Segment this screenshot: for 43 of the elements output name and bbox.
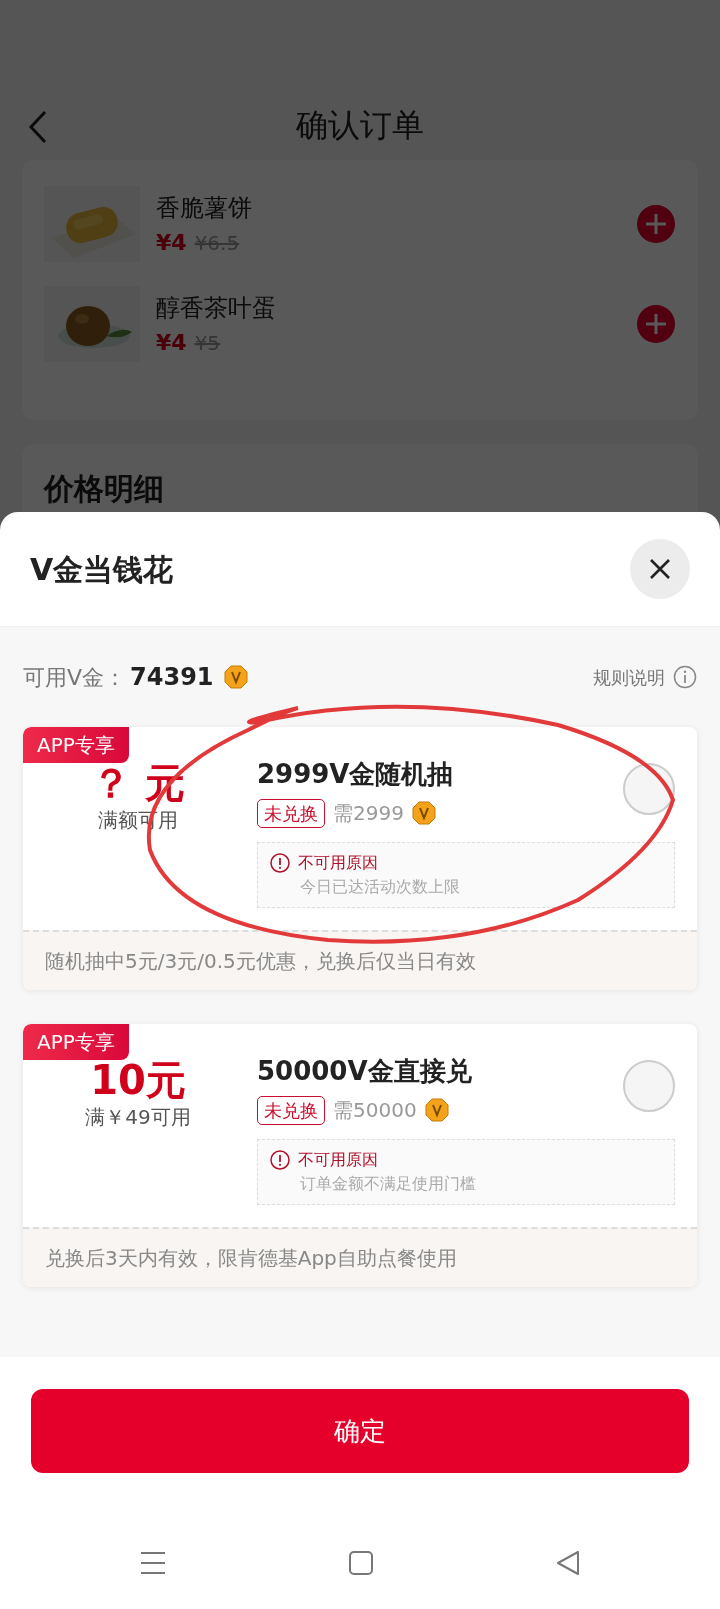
balance-value: 74391: [130, 662, 214, 693]
page-title: 确认订单: [296, 105, 424, 146]
coin-cost: 需50000: [333, 1097, 417, 1124]
reason-text: 今日已达活动次数上限: [299, 876, 461, 898]
sheet-title: V金当钱花: [30, 550, 174, 589]
rules-link[interactable]: 规则说明: [593, 663, 697, 691]
reason-text: 订单金额不满足使用门槛: [299, 1173, 477, 1195]
reason-title: 不可用原因: [298, 1149, 378, 1171]
app-exclusive-tag: APP专享: [23, 727, 129, 763]
coin-icon: [424, 1098, 449, 1122]
app-exclusive-tag: APP专享: [23, 1024, 129, 1060]
coin-icon: [223, 665, 248, 689]
close-icon: [648, 557, 672, 581]
back-icon[interactable]: [555, 1550, 582, 1576]
item-price: ¥4: [156, 328, 187, 357]
coupon-note: 随机抽中5元/3元/0.5元优惠，兑换后仅当日有效: [23, 930, 697, 990]
home-icon[interactable]: [348, 1550, 374, 1576]
item-name: 香脆薯饼: [156, 192, 253, 224]
status-tag: 未兑换: [257, 798, 325, 828]
coupon-title: 50000V金直接兑: [257, 1055, 472, 1088]
item-price: ¥4: [156, 228, 187, 257]
coupon-title: 2999V金随机抽: [257, 758, 454, 791]
status-tag: 未兑换: [257, 1095, 325, 1125]
info-icon: [673, 665, 697, 689]
radio-button[interactable]: [623, 1060, 675, 1112]
section-title: 价格明细: [44, 470, 165, 508]
coupon-amount: 10元: [89, 1058, 187, 1102]
coupon-card[interactable]: APP专享 10元 满￥49可用 50000V金直接兑 未兑换 需50000 不可用原因 订单金额不满足使用门槛 兑换后3天内有效，限肯德基App自助点餐使用: [23, 1024, 697, 1287]
add-icon[interactable]: [636, 304, 676, 344]
menu-icon[interactable]: [138, 1550, 167, 1576]
confirm-button[interactable]: 确定: [31, 1389, 689, 1473]
usage-condition: 满￥49可用: [84, 1104, 192, 1131]
add-icon[interactable]: [636, 204, 676, 244]
coin-icon: [411, 801, 436, 825]
reason-title: 不可用原因: [298, 852, 378, 874]
radio-button[interactable]: [623, 763, 675, 815]
alert-icon: [270, 1150, 290, 1170]
item-name: 醇香茶叶蛋: [156, 292, 277, 324]
coin-cost: 需2999: [333, 800, 404, 827]
back-icon[interactable]: [28, 110, 48, 144]
alert-icon: [270, 853, 290, 873]
balance-label: 可用V金：: [23, 663, 127, 692]
coupon-note: 兑换后3天内有效，限肯德基App自助点餐使用: [23, 1227, 697, 1287]
